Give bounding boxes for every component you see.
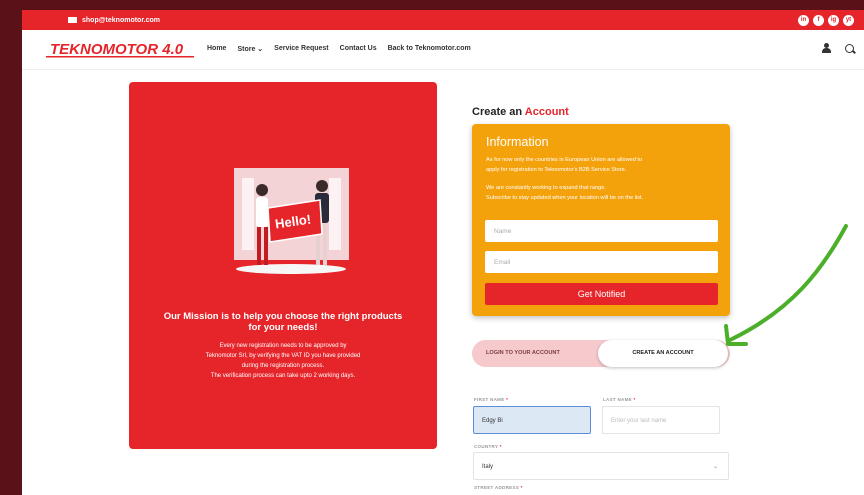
country-value: Italy <box>482 464 494 470</box>
search-icon[interactable] <box>845 43 854 53</box>
first-name-label: FIRST NAME * <box>474 397 509 402</box>
notify-name-input[interactable]: Name <box>485 220 718 242</box>
info-line-2: apply for registration to Teknomotor's B… <box>486 167 627 173</box>
last-name-input[interactable]: Enter your last name <box>602 406 720 434</box>
mission-line-3: during the registration process. <box>241 363 325 369</box>
first-name-input[interactable]: Edgy Bi <box>473 406 591 434</box>
user-icon[interactable] <box>822 43 831 53</box>
linkedin-icon[interactable]: in <box>798 14 809 26</box>
mission-panel: Hello! Our Mission is to help you choose… <box>129 82 437 449</box>
instagram-icon[interactable]: ig <box>828 14 839 26</box>
create-account-tab[interactable]: CREATE AN ACCOUNT <box>598 340 728 367</box>
youtube-icon[interactable]: yt <box>843 14 854 26</box>
chevron-down-icon: ⌄ <box>712 464 718 470</box>
nav-back-to-site[interactable]: Back to Teknomotor.com <box>388 45 471 53</box>
logo-text: TEKNOMOTOR 4.0 <box>50 41 184 58</box>
contact-email[interactable]: shop@teknomotor.com <box>68 17 160 24</box>
facebook-icon[interactable]: f <box>813 14 824 26</box>
notify-email-input[interactable]: Email <box>485 251 718 273</box>
nav-store[interactable]: Store ⌄ <box>237 45 263 53</box>
nav-contact-us[interactable]: Contact Us <box>340 45 377 53</box>
nav-links: Home Store ⌄ Service Request Contact Us … <box>207 45 471 53</box>
nav-home[interactable]: Home <box>207 45 226 53</box>
info-line-3: We are constantly working to expand that… <box>486 185 606 191</box>
browser-page: shop@teknomotor.com in f ig yt TEKNOMOTO… <box>22 10 864 495</box>
country-label: COUNTRY * <box>474 444 502 449</box>
login-tab[interactable]: LOGIN TO YOUR ACCOUNT <box>486 350 560 356</box>
nav-service-request[interactable]: Service Request <box>274 45 328 53</box>
top-bar: shop@teknomotor.com in f ig yt <box>22 10 864 30</box>
mission-title: Our Mission is to help you choose the ri… <box>163 311 403 333</box>
account-toggle: LOGIN TO YOUR ACCOUNT CREATE AN ACCOUNT <box>472 340 730 367</box>
mission-line-2: Teknomotor Srl, by verifying the VAT ID … <box>205 353 361 359</box>
country-select[interactable]: Italy ⌄ <box>473 452 729 480</box>
social-links: in f ig yt <box>798 14 854 26</box>
hello-illustration: Hello! <box>234 168 349 274</box>
email-text: shop@teknomotor.com <box>82 16 160 24</box>
last-name-label: LAST NAME * <box>603 397 636 402</box>
get-notified-button[interactable]: Get Notified <box>485 283 718 305</box>
street-address-label: STREET ADDRESS * <box>474 485 523 490</box>
create-account-title: Create an Account <box>472 106 569 118</box>
info-line-1: As for now only the countries in Europea… <box>486 157 643 163</box>
information-box: Information As for now only the countrie… <box>472 124 730 316</box>
information-heading: Information <box>486 135 549 149</box>
mission-line-4: The verification process can take upto 2… <box>210 373 356 379</box>
nav-icons <box>822 43 854 53</box>
mission-line-1: Every new registration needs to be appro… <box>219 343 347 349</box>
teknomotor-logo[interactable]: TEKNOMOTOR 4.0 <box>46 39 194 61</box>
mail-icon <box>68 17 77 23</box>
main-nav: TEKNOMOTOR 4.0 Home Store ⌄ Service Requ… <box>22 30 864 70</box>
info-line-4: Subscribe to stay updated when your loca… <box>486 195 644 201</box>
